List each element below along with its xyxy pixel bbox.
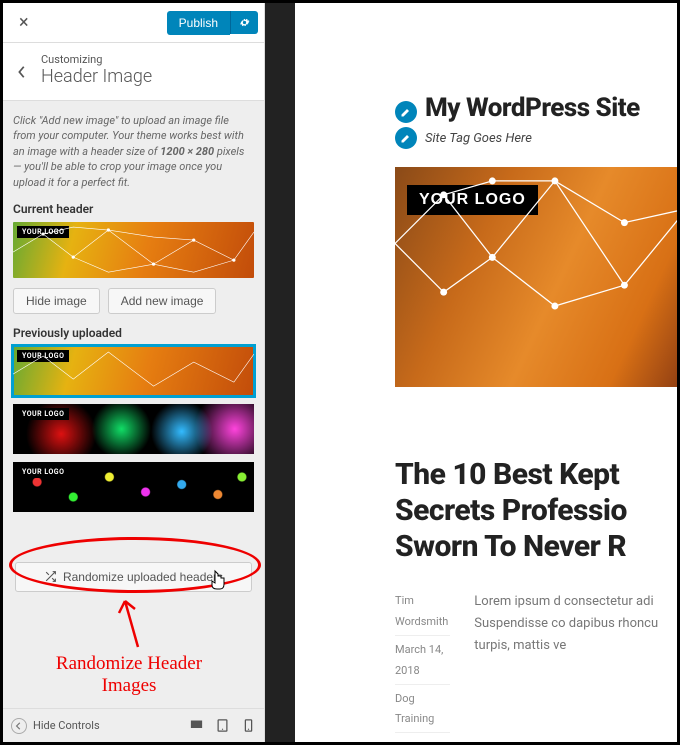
section-label-current: Current header bbox=[13, 202, 254, 216]
logo-badge: YOUR LOGO bbox=[17, 466, 69, 478]
description-text: Click "Add new image" to upload an image… bbox=[13, 113, 254, 190]
article-headline: The 10 Best Kept Secrets Professio Sworn… bbox=[395, 457, 677, 565]
meta-author: Tim Wordsmith bbox=[395, 591, 450, 636]
meta-date: March 14, 2018 bbox=[395, 640, 450, 685]
pencil-icon bbox=[400, 132, 412, 144]
device-mobile-button[interactable] bbox=[240, 718, 256, 734]
uploaded-thumbnail-1[interactable]: YOUR LOGO bbox=[13, 346, 254, 396]
polygon-graphic bbox=[13, 222, 254, 278]
edit-shortcut-title[interactable] bbox=[395, 101, 417, 123]
tablet-icon bbox=[215, 718, 230, 733]
site-tagline: Site Tag Goes Here bbox=[425, 131, 532, 146]
desktop-icon bbox=[189, 718, 204, 733]
uploaded-thumbnail-2[interactable]: YOUR LOGO bbox=[13, 404, 254, 454]
publish-button[interactable]: Publish bbox=[167, 11, 230, 35]
polygon-graphic bbox=[395, 167, 677, 320]
customizer-topbar: × Publish bbox=[3, 3, 264, 43]
close-icon[interactable]: × bbox=[9, 6, 39, 39]
hide-image-button[interactable]: Hide image bbox=[13, 288, 100, 314]
footer-bar: Hide Controls bbox=[3, 708, 264, 742]
add-new-image-button[interactable]: Add new image bbox=[108, 288, 217, 314]
section-label-previous: Previously uploaded bbox=[13, 326, 254, 340]
device-tablet-button[interactable] bbox=[214, 718, 230, 734]
randomize-label: Randomize uploaded headers bbox=[63, 570, 223, 584]
gear-icon bbox=[238, 16, 251, 29]
breadcrumb: Customizing Header Image bbox=[3, 43, 264, 101]
uploaded-thumbnail-3[interactable]: YOUR LOGO bbox=[13, 462, 254, 512]
back-button[interactable] bbox=[11, 61, 33, 83]
edit-shortcut-tagline[interactable] bbox=[395, 127, 417, 149]
polygon-graphic bbox=[13, 346, 254, 396]
customizer-sidebar: × Publish Customizing Header Image Click… bbox=[3, 3, 265, 742]
header-image-preview: YOUR LOGO bbox=[395, 167, 677, 387]
hide-controls-button[interactable]: Hide Controls bbox=[11, 718, 100, 734]
logo-badge: YOUR LOGO bbox=[17, 408, 69, 420]
article-meta: Tim Wordsmith March 14, 2018 Dog Trainin… bbox=[395, 591, 450, 737]
site-title: My WordPress Site bbox=[425, 93, 640, 123]
current-header-thumbnail[interactable]: YOUR LOGO bbox=[13, 222, 254, 278]
chevron-left-icon bbox=[17, 65, 27, 79]
breadcrumb-parent: Customizing bbox=[41, 53, 250, 66]
site-preview-pane: My WordPress Site Site Tag Goes Here YOU… bbox=[265, 3, 677, 742]
pencil-icon bbox=[400, 106, 412, 118]
article-body: Lorem ipsum d consectetur adi Suspendiss… bbox=[474, 591, 677, 737]
meta-category: Dog Training bbox=[395, 689, 450, 734]
collapse-icon bbox=[11, 718, 27, 734]
settings-button[interactable] bbox=[230, 11, 258, 34]
shuffle-icon bbox=[44, 570, 57, 583]
page-title: Header Image bbox=[41, 66, 250, 87]
mobile-icon bbox=[241, 718, 256, 733]
device-desktop-button[interactable] bbox=[188, 718, 204, 734]
randomize-button[interactable]: Randomize uploaded headers bbox=[15, 562, 252, 592]
